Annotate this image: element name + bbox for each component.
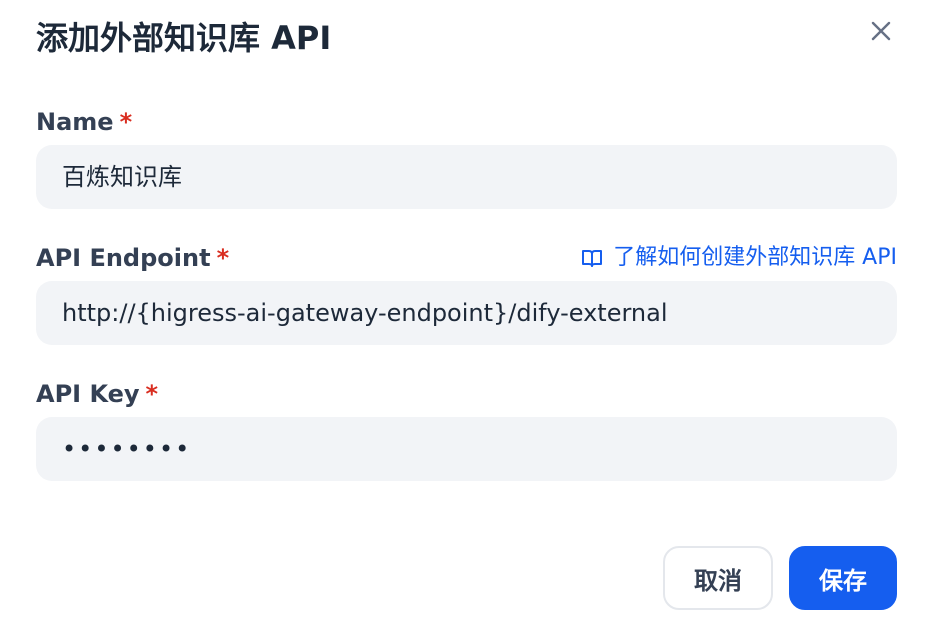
required-mark: * [119, 108, 133, 136]
required-mark: * [145, 380, 159, 408]
cancel-button[interactable]: 取消 [663, 546, 773, 610]
docs-link[interactable]: 了解如何创建外部知识库 API [581, 242, 897, 274]
close-button[interactable] [864, 14, 898, 48]
docs-link-label: 了解如何创建外部知识库 API [613, 245, 897, 270]
api-endpoint-input-value: http://{higress-ai-gateway-endpoint}/dif… [62, 299, 668, 327]
save-button[interactable]: 保存 [789, 546, 897, 610]
name-label: Name * [36, 106, 132, 138]
name-input-value: 百炼知识库 [62, 163, 182, 191]
dialog-title: 添加外部知识库 API [36, 19, 332, 57]
required-mark: * [216, 244, 230, 272]
api-endpoint-label: API Endpoint * [36, 242, 229, 274]
api-key-label: API Key * [36, 378, 158, 410]
api-endpoint-label-text: API Endpoint [36, 244, 211, 272]
add-external-knowledge-api-dialog: 添加外部知识库 API Name * 百炼知识库 API Endpoint * 了解… [0, 0, 928, 626]
api-key-input-value: •••••••• [62, 435, 192, 463]
api-endpoint-input[interactable]: http://{higress-ai-gateway-endpoint}/dif… [36, 281, 897, 345]
cancel-button-label: 取消 [694, 566, 742, 595]
api-key-input[interactable]: •••••••• [36, 417, 897, 481]
api-key-label-text: API Key [36, 380, 140, 408]
save-button-label: 保存 [819, 566, 867, 595]
name-label-text: Name [36, 108, 114, 136]
name-input[interactable]: 百炼知识库 [36, 145, 897, 209]
close-icon [871, 21, 891, 41]
book-icon [582, 250, 603, 267]
